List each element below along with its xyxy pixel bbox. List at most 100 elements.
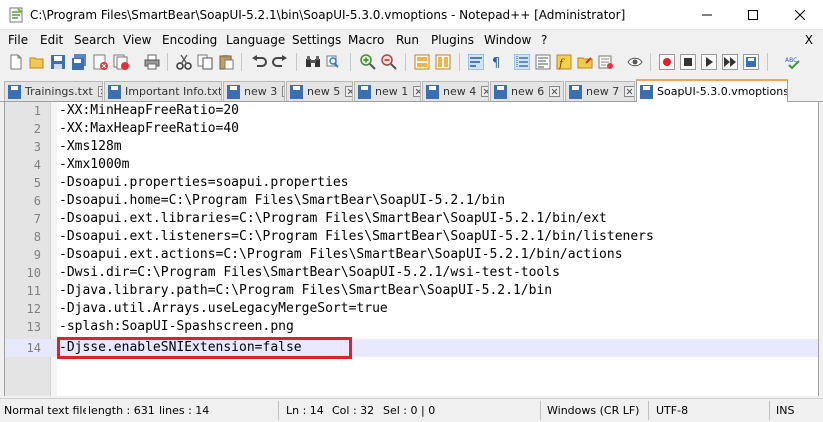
tab-bar: Trainings.txt Important Info.txt new 3 n… bbox=[0, 78, 823, 102]
function-list-icon[interactable]: f bbox=[556, 54, 572, 70]
editor-line[interactable]: 6 -Dsoapui.home=C:\Program Files\SmartBe… bbox=[5, 192, 818, 210]
play-macro-icon[interactable] bbox=[701, 54, 717, 70]
paste-icon[interactable] bbox=[218, 54, 234, 70]
file-monitor-icon[interactable] bbox=[598, 54, 614, 70]
record-macro-icon[interactable] bbox=[659, 54, 675, 70]
eye-icon[interactable] bbox=[627, 54, 643, 70]
text-editor[interactable]: 1 -XX:MinHeapFreeRatio=20 2 -XX:MaxHeapF… bbox=[4, 102, 819, 396]
redo-icon[interactable] bbox=[272, 54, 288, 70]
spell-check-icon[interactable]: ABC bbox=[785, 54, 801, 70]
open-file-icon[interactable] bbox=[29, 54, 45, 70]
sync-horizontal-icon[interactable] bbox=[435, 54, 451, 70]
tab-trainings[interactable]: Trainings.txt bbox=[4, 81, 103, 101]
menu-view[interactable]: View bbox=[123, 33, 151, 47]
tab-new-3[interactable]: new 3 bbox=[223, 81, 285, 101]
close-window-button[interactable] bbox=[777, 0, 823, 30]
saved-file-icon bbox=[426, 84, 439, 99]
zoom-in-icon[interactable] bbox=[360, 54, 376, 70]
menu-bar: File Edit Search View Encoding Language … bbox=[0, 30, 823, 50]
maximize-button[interactable] bbox=[730, 0, 776, 30]
editor-line[interactable]: 4 -Xmx1000m bbox=[5, 156, 818, 174]
stop-record-icon[interactable] bbox=[680, 54, 696, 70]
menu-run[interactable]: Run bbox=[396, 33, 419, 47]
menu-settings[interactable]: Settings bbox=[292, 33, 341, 47]
cut-icon[interactable] bbox=[176, 54, 192, 70]
line-number: 4 bbox=[33, 158, 41, 172]
editor-line[interactable]: 8 -Dsoapui.ext.listeners=C:\Program File… bbox=[5, 228, 818, 246]
editor-line[interactable]: 7 -Dsoapui.ext.libraries=C:\Program File… bbox=[5, 210, 818, 228]
line-text: -XX:MinHeapFreeRatio=20 bbox=[59, 103, 240, 118]
menu-window[interactable]: Window bbox=[484, 33, 531, 47]
status-eol-format[interactable]: Windows (CR LF) bbox=[547, 404, 639, 417]
editor-line[interactable]: 11 -Djava.library.path=C:\Program Files\… bbox=[5, 282, 818, 300]
tab-important-info[interactable]: Important Info.txt bbox=[104, 81, 222, 101]
replace-icon[interactable] bbox=[326, 54, 342, 70]
minimize-button[interactable] bbox=[684, 0, 730, 30]
menu-edit[interactable]: Edit bbox=[40, 33, 63, 47]
close-file-icon[interactable] bbox=[92, 54, 108, 70]
sync-vertical-icon[interactable] bbox=[414, 54, 430, 70]
find-icon[interactable] bbox=[305, 54, 321, 70]
save-macro-icon[interactable] bbox=[743, 54, 759, 70]
status-encoding[interactable]: UTF-8 bbox=[656, 404, 688, 417]
toolbar: ¶ f ABC bbox=[0, 50, 823, 76]
editor-line[interactable]: 5 -Dsoapui.properties=soapui.properties bbox=[5, 174, 818, 192]
menu-search[interactable]: Search bbox=[74, 33, 115, 47]
status-column: Col : 32 bbox=[332, 404, 375, 417]
tab-new-1[interactable]: new 1 bbox=[354, 81, 421, 101]
tab-label: new 1 bbox=[375, 85, 409, 98]
print-icon[interactable] bbox=[144, 54, 160, 70]
saved-file-icon bbox=[640, 84, 653, 99]
line-text: -Dwsi.dir=C:\Program Files\SmartBear\Soa… bbox=[59, 265, 560, 280]
tab-close-icon[interactable] bbox=[624, 86, 635, 97]
save-all-icon[interactable] bbox=[71, 54, 87, 70]
menu-file[interactable]: File bbox=[8, 33, 28, 47]
menu-language[interactable]: Language bbox=[226, 33, 285, 47]
status-insert-mode[interactable]: INS bbox=[776, 404, 794, 417]
tab-close-icon[interactable] bbox=[413, 86, 421, 97]
new-file-icon[interactable] bbox=[8, 54, 24, 70]
tab-new-6[interactable]: new 6 bbox=[490, 81, 564, 101]
folder-workspace-icon[interactable] bbox=[577, 54, 593, 70]
tab-close-icon[interactable] bbox=[97, 86, 103, 97]
document-map-icon[interactable] bbox=[535, 54, 551, 70]
line-number: 11 bbox=[26, 284, 41, 298]
play-multiple-icon[interactable] bbox=[722, 54, 738, 70]
word-wrap-icon[interactable] bbox=[468, 54, 484, 70]
menu-macro[interactable]: Macro bbox=[348, 33, 384, 47]
close-all-icon[interactable] bbox=[113, 54, 129, 70]
editor-line[interactable]: 13 -splash:SoapUI-Spashscreen.png bbox=[5, 318, 818, 336]
editor-line[interactable]: 2 -XX:MaxHeapFreeRatio=40 bbox=[5, 120, 818, 138]
line-text: -Xms128m bbox=[59, 139, 122, 154]
editor-line[interactable]: 12 -Djava.util.Arrays.useLegacyMergeSort… bbox=[5, 300, 818, 318]
line-text: -Dsoapui.home=C:\Program Files\SmartBear… bbox=[59, 193, 506, 208]
toolbar-separator bbox=[296, 53, 297, 71]
menu-plugins[interactable]: Plugins bbox=[431, 33, 474, 47]
copy-icon[interactable] bbox=[197, 54, 213, 70]
tab-close-icon[interactable] bbox=[282, 86, 285, 97]
line-number: 8 bbox=[33, 230, 41, 244]
editor-line[interactable]: 10 -Dwsi.dir=C:\Program Files\SmartBear\… bbox=[5, 264, 818, 282]
tab-new-7[interactable]: new 7 bbox=[565, 81, 635, 101]
menu-encoding[interactable]: Encoding bbox=[162, 33, 217, 47]
indent-guide-icon[interactable] bbox=[514, 54, 530, 70]
editor-line[interactable]: 9 -Dsoapui.ext.actions=C:\Program Files\… bbox=[5, 246, 818, 264]
tab-close-icon[interactable] bbox=[345, 86, 353, 97]
menu-help[interactable]: ? bbox=[541, 33, 547, 47]
editor-line[interactable]: 1 -XX:MinHeapFreeRatio=20 bbox=[5, 102, 818, 120]
notepadpp-app-icon[interactable] bbox=[8, 7, 24, 23]
tab-soapui-vmoptions[interactable]: SoapUI-5.3.0.vmoptions bbox=[636, 79, 788, 102]
tab-label: new 4 bbox=[443, 85, 477, 98]
undo-icon[interactable] bbox=[251, 54, 267, 70]
close-document-button[interactable]: X bbox=[805, 33, 813, 47]
editor-line[interactable]: 3 -Xms128m bbox=[5, 138, 818, 156]
tab-new-4[interactable]: new 4 bbox=[422, 81, 489, 101]
tab-close-icon[interactable] bbox=[549, 86, 561, 97]
save-icon[interactable] bbox=[50, 54, 66, 70]
annotation-highlight-box bbox=[57, 337, 352, 359]
line-number: 14 bbox=[26, 341, 41, 355]
show-all-chars-icon[interactable]: ¶ bbox=[489, 54, 505, 70]
tab-close-icon[interactable] bbox=[481, 86, 489, 97]
zoom-out-icon[interactable] bbox=[381, 54, 397, 70]
tab-new-5[interactable]: new 5 bbox=[286, 81, 353, 101]
